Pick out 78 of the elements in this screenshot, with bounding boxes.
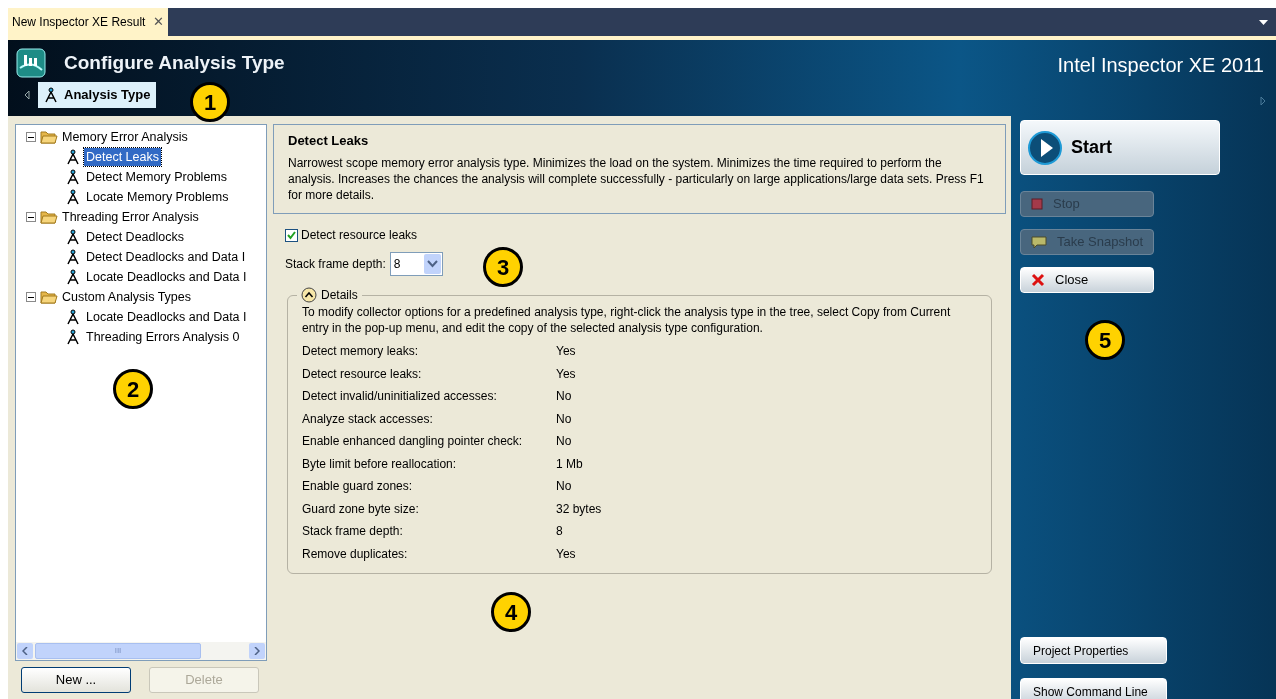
page-title: Configure Analysis Type (64, 50, 285, 75)
tree-group-label[interactable]: Memory Error Analysis (62, 127, 188, 147)
detail-value: Yes (556, 545, 576, 563)
details-title: Details (321, 287, 358, 304)
tree-item[interactable]: Detect Memory Problems (84, 167, 229, 187)
compass-icon (66, 309, 80, 325)
chevron-down-icon (423, 254, 441, 274)
compass-icon (66, 169, 80, 185)
description-title: Detect Leaks (288, 132, 370, 150)
detail-label: Guard zone byte size: (302, 500, 420, 518)
collapse-toggle[interactable] (26, 292, 36, 302)
details-note: To modify collector options for a predefined analysis type, right-click the analysis type in the tree, select Copy from Current entry in the pop-up menu, and edit the copy of the selected analysis type configuration. (302, 304, 952, 337)
folder-icon (40, 210, 58, 224)
tree-item[interactable]: Locate Deadlocks and Data I (84, 267, 249, 287)
breadcrumb-tab[interactable]: Analysis Type (38, 82, 157, 108)
dropdown-arrow-icon[interactable] (1259, 20, 1268, 26)
detail-value: No (556, 478, 572, 496)
compass-icon (66, 329, 80, 345)
compass-icon (66, 229, 80, 245)
breadcrumb-label: Analysis Type (64, 86, 151, 105)
detail-value: 8 (556, 523, 563, 541)
tab-title: New Inspector XE Result (12, 14, 146, 31)
detail-value: Yes (556, 343, 576, 361)
close-icon (1031, 273, 1045, 287)
tree-item[interactable]: Detect Deadlocks (84, 227, 186, 247)
tree-item[interactable]: Locate Deadlocks and Data I (84, 307, 249, 327)
compass-icon (66, 149, 80, 165)
tree-group-label[interactable]: Threading Error Analysis (62, 207, 199, 227)
speech-bubble-icon (1031, 235, 1047, 249)
collapse-toggle[interactable] (26, 132, 36, 142)
tree-item[interactable]: Threading Errors Analysis 0 (84, 327, 242, 347)
tab-close-button[interactable]: ✕ (153, 12, 165, 32)
detail-value: 32 bytes (556, 500, 602, 518)
scroll-left-button[interactable] (17, 643, 33, 659)
play-icon (1027, 129, 1063, 166)
tree-item[interactable]: Detect Deadlocks and Data I (84, 247, 248, 267)
detail-label: Detect resource leaks: (302, 365, 423, 383)
detail-label: Remove duplicates: (302, 545, 409, 563)
detail-value: No (556, 410, 572, 428)
app-logo-icon (16, 48, 46, 78)
detail-label: Enable guard zones: (302, 478, 414, 496)
forward-arrow-icon[interactable] (1260, 96, 1266, 106)
action-button[interactable]: Close (1020, 267, 1154, 293)
folder-icon (40, 130, 58, 144)
stack-depth-dropdown[interactable]: 8 (389, 252, 443, 276)
detail-label: Analyze stack accesses: (302, 410, 434, 428)
tree-item[interactable]: Locate Memory Problems (84, 187, 231, 207)
product-name: Intel Inspector XE 2011 (1057, 53, 1265, 78)
detail-label: Detect invalid/uninitialized accesses: (302, 388, 498, 406)
description-text: Narrowest scope memory error analysis type. Minimizes the load on the system. Minimizes the time required to perform the analysis. Increases the chances the analysis will complete successfully - particularly on large applications/large data sets. Press F1 for more details. (288, 154, 985, 203)
action-button[interactable]: Project Properties (1020, 637, 1167, 664)
detail-value: Yes (556, 365, 576, 383)
detail-label: Detect memory leaks: (302, 343, 420, 361)
scroll-right-button[interactable] (249, 643, 265, 659)
stop-icon (1031, 198, 1043, 210)
detail-label: Byte limit before reallocation: (302, 455, 458, 473)
compass-icon (66, 249, 80, 265)
action-button[interactable]: Show Command Line (1020, 678, 1167, 699)
detail-value: No (556, 388, 572, 406)
collapse-toggle[interactable] (26, 212, 36, 222)
compass-icon (66, 189, 80, 205)
tree-group-label[interactable]: Custom Analysis Types (62, 287, 191, 307)
compass-icon (66, 269, 80, 285)
collapse-icon[interactable] (301, 287, 317, 303)
checkbox-label: Detect resource leaks (301, 227, 418, 244)
start-button[interactable]: Start (1020, 120, 1220, 175)
tree-item[interactable]: Detect Leaks (84, 147, 161, 167)
checkbox[interactable] (285, 228, 298, 242)
detail-value: 1 Mb (556, 455, 583, 473)
back-arrow-icon[interactable] (24, 90, 30, 100)
field-label: Stack frame depth: (285, 256, 386, 273)
tree-action-button[interactable]: New ... (21, 667, 131, 693)
detail-value: No (556, 433, 572, 451)
detail-label: Enable enhanced dangling pointer check: (302, 433, 524, 451)
detail-label: Stack frame depth: (302, 523, 404, 541)
document-tab[interactable]: New Inspector XE Result ✕ (8, 8, 169, 36)
compass-icon (44, 87, 58, 103)
folder-icon (40, 290, 58, 304)
